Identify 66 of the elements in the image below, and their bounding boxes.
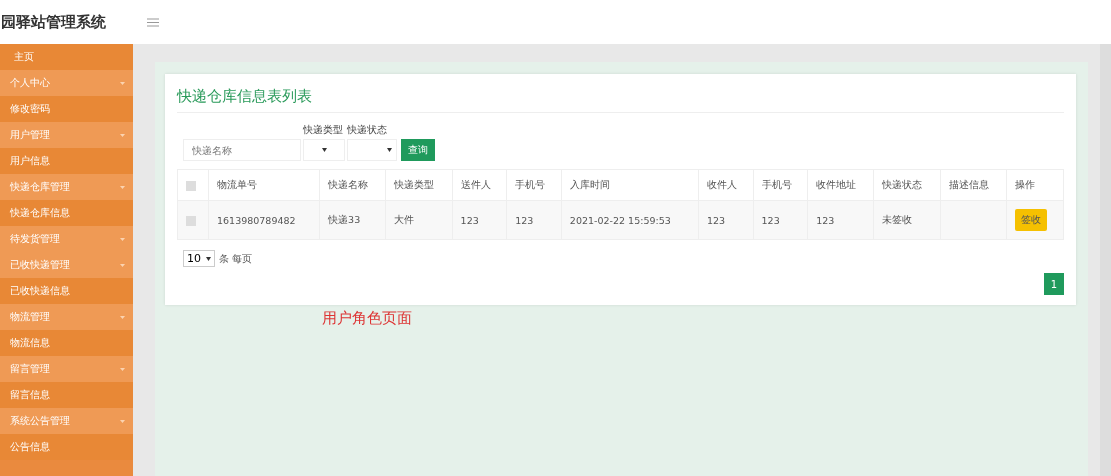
column-header: 手机号 [753,169,808,201]
column-header: 快递状态 [873,169,941,201]
sidebar-item[interactable]: 主页 [0,44,133,70]
table-cell: 1613980789482 [208,200,320,240]
annotation-text: 用户角色页面 [322,309,413,328]
table-cell: 大件 [385,200,453,240]
sidebar-item[interactable]: 待发货管理 [0,226,133,252]
column-header: 操作 [1006,169,1064,201]
column-header: 送件人 [452,169,507,201]
scrollbar[interactable] [1100,44,1111,476]
sidebar-item[interactable]: 已收快递信息 [0,278,133,304]
table-cell: 123 [698,200,754,240]
app-title: 园驿站管理系统 [0,12,107,32]
caret-icon [120,367,125,371]
caret-icon [120,419,125,423]
sidebar-item[interactable]: 个人中心 [0,70,133,96]
checkbox[interactable] [186,180,196,191]
menu-icon[interactable] [147,17,159,27]
column-header: 快递名称 [319,169,386,201]
column-header: 入库时间 [561,169,699,201]
column-header: 快递类型 [385,169,453,201]
sidebar-item[interactable]: 留言信息 [0,382,133,408]
filter-label: 快递状态 [347,123,387,137]
caret-icon [120,237,125,241]
table-cell: 123 [753,200,808,240]
caret-icon [120,81,125,85]
caret-icon [321,148,327,152]
search-field[interactable]: 快递名称 [183,139,301,161]
caret-icon [387,148,392,152]
sign-button[interactable]: 签收 [1014,209,1047,231]
sidebar-item[interactable]: 用户信息 [0,148,133,174]
column-header: 收件地址 [807,169,874,201]
select-field[interactable] [303,139,345,161]
search-button[interactable]: 查询 [401,139,435,161]
table-cell: 未签收 [873,200,941,240]
sidebar-item[interactable]: 留言管理 [0,356,133,382]
sidebar-item[interactable]: 快递仓库管理 [0,174,133,200]
caret-icon [206,256,211,261]
sidebar-item[interactable]: 物流信息 [0,330,133,356]
page-size-label: 条 每页 [219,251,253,266]
column-header: 收件人 [698,169,754,201]
column-header: 手机号 [506,169,562,201]
sidebar-item[interactable]: 已收快递管理 [0,252,133,278]
table-cell: 2021-02-22 15:59:53 [561,200,699,240]
table-cell: 快递33 [319,200,386,240]
sidebar-item[interactable]: 修改密码 [0,96,133,122]
sidebar-item[interactable]: 物流管理 [0,304,133,330]
page-size-select[interactable]: 10 [183,250,215,267]
table-cell: 123 [506,200,562,240]
filter-label: 快递类型 [303,123,343,137]
sidebar-item[interactable]: 快递仓库信息 [0,200,133,226]
sidebar-item[interactable]: 用户管理 [0,122,133,148]
page-button[interactable]: 1 [1044,273,1064,295]
sidebar-item[interactable]: 公告信息 [0,434,133,460]
select-field[interactable] [347,139,397,161]
table-cell: 123 [452,200,507,240]
caret-icon [120,185,125,189]
table-cell: 123 [807,200,874,240]
sidebar-item[interactable]: 系统公告管理 [0,408,133,434]
card-title: 快递仓库信息表列表 [177,84,1064,113]
caret-icon [120,133,125,137]
caret-icon [120,315,125,319]
column-header: 物流单号 [208,169,320,201]
caret-icon [120,263,125,267]
column-header: 描述信息 [940,169,1007,201]
checkbox[interactable] [186,215,196,226]
